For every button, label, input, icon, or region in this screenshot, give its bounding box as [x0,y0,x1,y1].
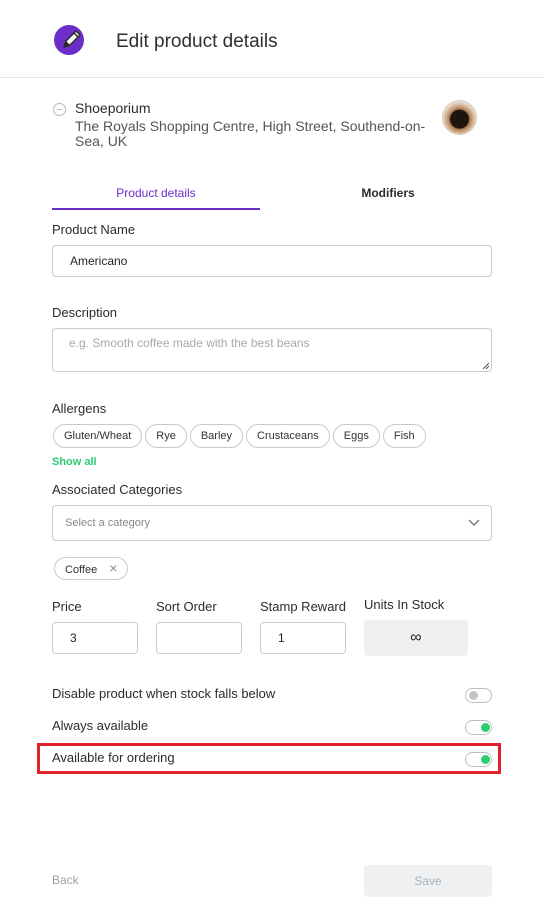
price-label: Price [52,599,82,614]
store-status-icon [53,103,66,116]
allergen-chip-eggs[interactable]: Eggs [332,424,380,448]
description-textarea[interactable]: e.g. Smooth coffee made with the best be… [52,328,492,372]
toggle-label-always-available: Always available [52,718,149,733]
toggle-row-disable-low-stock: Disable product when stock falls below [52,686,492,706]
product-thumbnail[interactable] [443,101,476,134]
category-tag-label: Coffee [65,564,98,576]
toggle-always-available[interactable] [465,720,492,735]
chevron-down-icon [468,519,480,526]
allergen-chip-barley[interactable]: Barley [189,424,244,448]
toggle-label-disable-low-stock: Disable product when stock falls below [52,686,276,701]
price-input[interactable]: 3 [52,622,138,654]
page-title: Edit product details [116,31,278,52]
highlight-box [37,743,501,774]
show-all-link[interactable]: Show all [52,456,97,468]
toggle-row-always-available: Always available [52,718,492,738]
stamp-reward-label: Stamp Reward [260,599,346,614]
description-placeholder: e.g. Smooth coffee made with the best be… [69,336,310,350]
category-select-placeholder: Select a category [65,517,150,529]
allergen-chip-fish[interactable]: Fish [382,424,426,448]
description-label: Description [52,305,118,320]
sort-order-input[interactable] [156,622,242,654]
sort-order-label: Sort Order [156,599,217,614]
remove-tag-icon[interactable]: × [109,560,117,576]
tab-bar: Product details Modifiers [52,178,492,210]
pencil-icon [54,25,86,57]
allergen-chip-gluten-wheat[interactable]: Gluten/Wheat [53,424,143,448]
allergen-chip-crustaceans[interactable]: Crustaceans [246,424,330,448]
header: Edit product details [0,0,543,78]
resize-grip-icon[interactable] [482,362,489,369]
infinity-icon: ∞ [410,629,422,646]
stamp-reward-input[interactable]: 1 [260,622,346,654]
units-in-stock-label: Units In Stock [364,597,445,612]
allergen-chips: Gluten/Wheat Rye Barley Crustaceans Eggs Fish [53,424,429,450]
category-tag-coffee: Coffee × [54,557,129,580]
toggle-disable-low-stock[interactable] [465,688,492,703]
allergens-label: Allergens [52,401,107,416]
product-name-label: Product Name [52,222,136,237]
categories-label: Associated Categories [52,482,183,497]
store-name: Shoeporium [75,100,151,116]
allergen-chip-rye[interactable]: Rye [145,424,187,448]
tab-product-details[interactable]: Product details [52,178,260,210]
store-address: The Royals Shopping Centre, High Street,… [75,118,426,149]
units-in-stock-field[interactable]: ∞ [364,620,468,656]
back-button[interactable]: Back [52,873,79,887]
category-select[interactable]: Select a category [52,505,492,541]
tab-modifiers[interactable]: Modifiers [284,178,492,210]
product-name-input[interactable]: Americano [52,245,492,277]
save-button[interactable]: Save [364,865,492,897]
